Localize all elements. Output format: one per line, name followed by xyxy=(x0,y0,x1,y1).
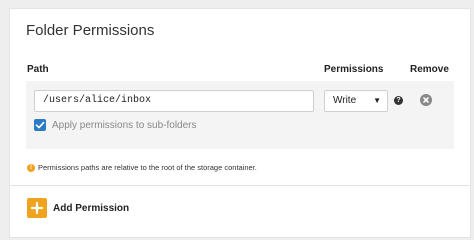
permission-select-value: Write xyxy=(333,95,357,106)
checkmark-icon xyxy=(35,121,45,129)
folder-permissions-panel: Folder Permissions Path Permissions Remo… xyxy=(9,8,471,238)
question-circle-icon[interactable]: ? xyxy=(394,96,403,105)
remove-button[interactable] xyxy=(420,94,432,106)
panel-title: Folder Permissions xyxy=(26,22,155,39)
column-header-remove: Remove xyxy=(410,64,449,75)
add-permission-button[interactable] xyxy=(27,198,47,218)
plus-icon xyxy=(30,201,44,215)
column-header-permissions: Permissions xyxy=(324,64,384,75)
permission-row: /users/alice/inbox Write ▼ ? Apply permi… xyxy=(26,81,454,149)
path-input[interactable]: /users/alice/inbox xyxy=(34,90,314,112)
info-note: Permissions paths are relative to the ro… xyxy=(38,163,257,172)
permission-select[interactable]: Write ▼ xyxy=(324,90,388,112)
add-permission-label[interactable]: Add Permission xyxy=(53,203,129,214)
divider xyxy=(10,185,470,186)
column-header-path: Path xyxy=(27,64,49,75)
caret-down-icon: ▼ xyxy=(373,96,381,105)
info-circle-icon: ! xyxy=(27,164,35,172)
apply-subfolders-checkbox[interactable] xyxy=(34,119,46,131)
close-circle-icon xyxy=(423,97,429,103)
apply-subfolders-label[interactable]: Apply permissions to sub-folders xyxy=(52,120,197,131)
